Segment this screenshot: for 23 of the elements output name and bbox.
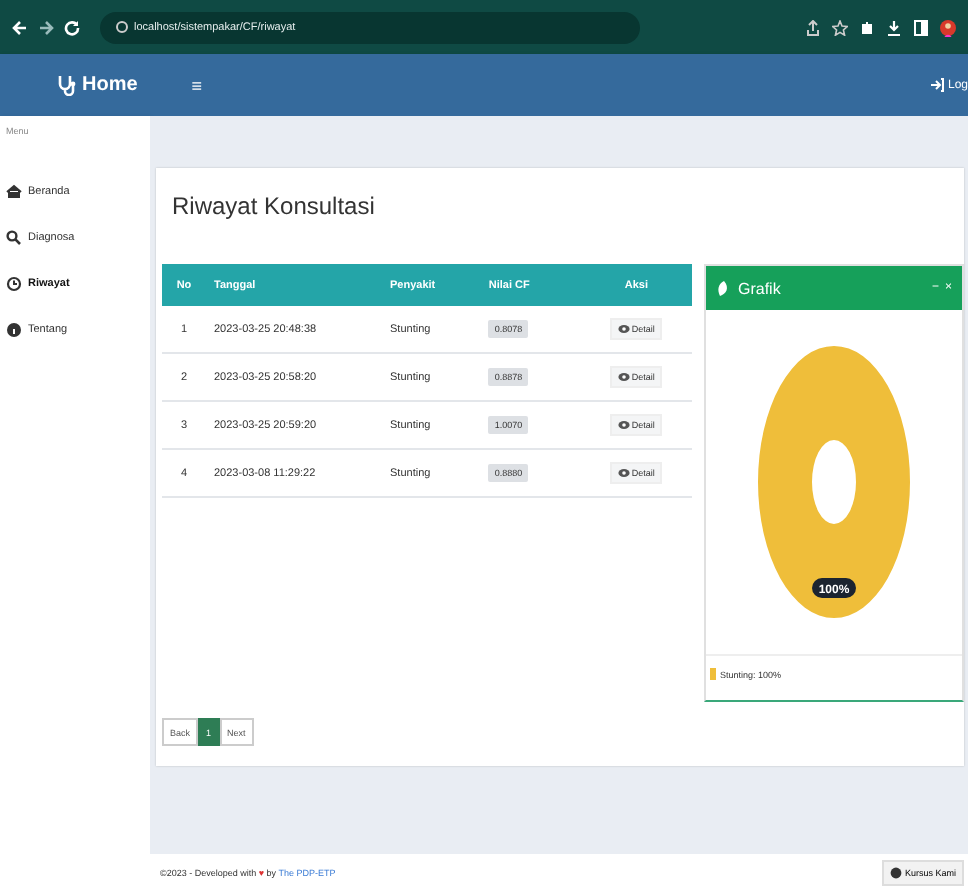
chart-title: Grafik bbox=[738, 279, 781, 297]
page-title: Riwayat Konsultasi bbox=[172, 192, 377, 220]
search-icon bbox=[6, 229, 22, 245]
share-icon bbox=[806, 19, 820, 35]
eye-icon bbox=[617, 324, 630, 334]
back-arrow-icon bbox=[12, 19, 28, 35]
eye-icon bbox=[617, 420, 630, 430]
menu-toggle[interactable]: ≡ bbox=[187, 75, 207, 95]
eye-icon bbox=[617, 372, 630, 382]
forward-arrow-icon bbox=[38, 19, 54, 35]
avatar-icon bbox=[940, 17, 956, 37]
home-link[interactable]: Home bbox=[56, 74, 138, 96]
sidebar-panel-icon bbox=[914, 19, 928, 35]
star-icon bbox=[832, 19, 848, 35]
reload-icon bbox=[64, 19, 80, 35]
eye-icon bbox=[617, 468, 630, 478]
home-icon bbox=[6, 183, 22, 199]
clock-icon bbox=[6, 275, 22, 291]
legend-swatch bbox=[710, 668, 716, 680]
stethoscope-icon bbox=[56, 74, 78, 96]
download-icon bbox=[886, 19, 902, 35]
sign-out-icon bbox=[929, 78, 944, 92]
leaf-icon bbox=[716, 279, 732, 297]
